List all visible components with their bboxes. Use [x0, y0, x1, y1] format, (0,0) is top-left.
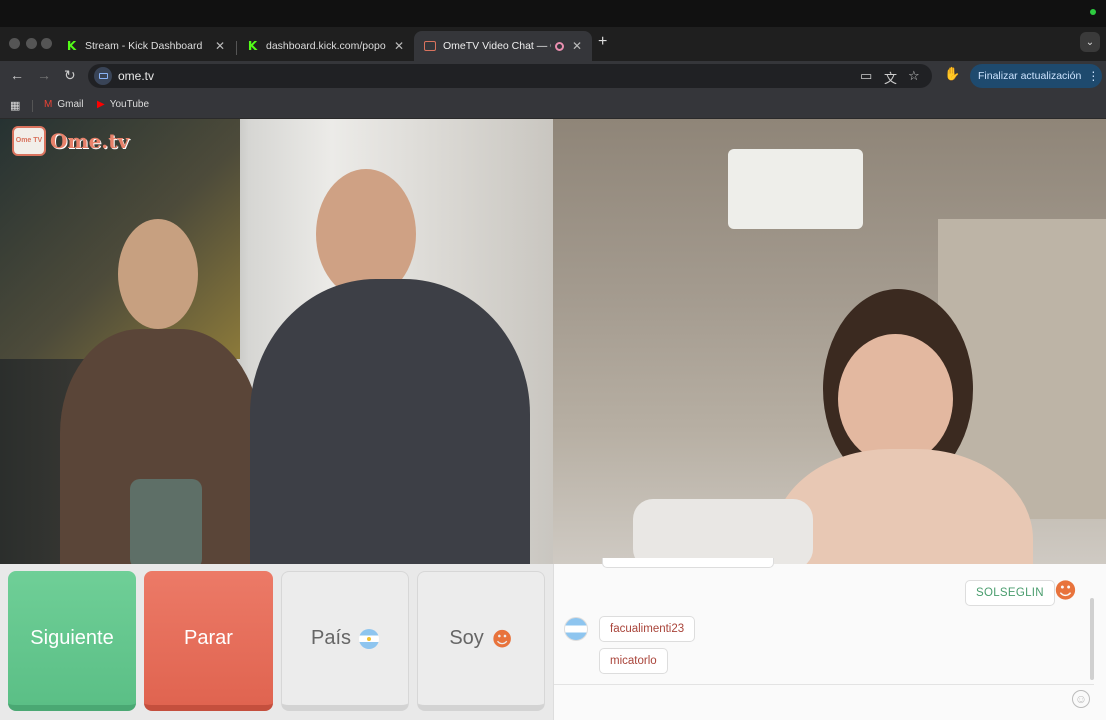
translate-icon[interactable]: 文 [884, 68, 897, 87]
window-titlebar [0, 0, 1106, 27]
chat-panel: SOLSEGLIN ☻ facualimenti23 micatorlo ☺ [553, 558, 1106, 720]
cast-icon[interactable]: ▭ [860, 68, 872, 84]
mate-cup [130, 479, 202, 564]
tab-kick-dashboard[interactable]: K Stream - Kick Dashboard ✕ [55, 31, 235, 61]
bookmarks-divider [32, 100, 33, 112]
new-tab-button[interactable]: + [598, 33, 607, 51]
tab-kick-popout[interactable]: K dashboard.kick.com/popout/... ✕ [236, 31, 414, 61]
stop-button-label: Parar [184, 626, 233, 649]
argentina-flag-avatar-icon [564, 617, 588, 641]
bookmarks-bar: ▦ M Gmail ▶ YouTube [0, 91, 1106, 119]
country-button[interactable]: País [281, 571, 409, 711]
bookmark-youtube[interactable]: ▶ YouTube [97, 99, 149, 110]
url-text: ome.tv [118, 69, 155, 83]
tab-title: OmeTV Video Chat — Ome [443, 40, 551, 52]
back-arrow-icon[interactable]: ← [10, 67, 24, 83]
chat-message-stranger: micatorlo [599, 648, 668, 674]
next-button-label: Siguiente [30, 626, 114, 649]
person-face [838, 334, 953, 464]
close-icon[interactable]: ✕ [215, 39, 225, 53]
window-maximize-control[interactable] [41, 38, 52, 49]
finish-update-button[interactable]: Finalizar actualización ⋮ [970, 64, 1102, 88]
forward-arrow-icon[interactable]: → [37, 67, 51, 83]
bookmark-gmail[interactable]: M Gmail [44, 99, 83, 110]
reload-icon[interactable]: ↻ [64, 67, 76, 84]
extensions-icon[interactable]: ✋ [944, 66, 960, 82]
browser-toolbar: ← → ↻ ome.tv ▭ 文 ☆ [0, 61, 1106, 91]
bookmark-label: Gmail [57, 99, 84, 110]
message-text: facualimenti23 [610, 623, 685, 635]
logo-wordmark: Ome.tv [50, 129, 130, 153]
logo-badge: Ome TV [12, 126, 46, 156]
emoji-picker-icon[interactable]: ☺ [1072, 690, 1090, 708]
own-avatar-icon: ☻ [1054, 579, 1077, 604]
window-minimize-control[interactable] [26, 38, 37, 49]
chat-input[interactable] [554, 685, 1074, 715]
bookmark-label: YouTube [109, 99, 149, 110]
youtube-icon: ▶ [97, 99, 105, 110]
camera-indicator [1090, 9, 1096, 15]
chat-bubble-partial [602, 558, 774, 568]
update-button-label: Finalizar actualización [978, 70, 1082, 82]
tab-search-button[interactable]: ⌄ [1080, 32, 1100, 52]
message-text: micatorlo [610, 655, 657, 667]
local-video: Ome TV Ome.tv [0, 119, 553, 564]
gender-button[interactable]: Soy ☻ [417, 571, 545, 711]
bookmark-star-icon[interactable]: ☆ [908, 68, 920, 84]
tab-title: Stream - Kick Dashboard [85, 40, 203, 52]
close-icon[interactable]: ✕ [394, 39, 404, 53]
gender-button-label: Soy [449, 627, 484, 649]
window-close-control[interactable] [9, 38, 20, 49]
kick-icon: K [247, 39, 258, 53]
ometv-icon [424, 41, 436, 51]
more-vert-icon: ⋮ [1087, 69, 1100, 83]
country-button-label: País [310, 627, 352, 649]
woman-emoji-icon: ☻ [491, 626, 513, 651]
stop-button[interactable]: Parar [144, 571, 273, 711]
gmail-icon: M [44, 99, 53, 110]
tab-title: dashboard.kick.com/popout/... [266, 40, 386, 52]
address-bar[interactable]: ome.tv ▭ 文 ☆ [88, 64, 932, 88]
stranger-video [553, 119, 1106, 564]
next-button[interactable]: Siguiente [8, 571, 136, 711]
person-body [250, 279, 530, 564]
argentina-flag-icon [359, 628, 380, 649]
close-icon[interactable]: ✕ [572, 39, 582, 53]
recording-icon [554, 41, 564, 51]
person-face [118, 219, 198, 329]
apps-grid-icon[interactable]: ▦ [10, 99, 20, 112]
tab-ometv[interactable]: OmeTV Video Chat — Ome ✕ [414, 31, 592, 61]
ometv-page: Ome TV Ome.tv Siguiente Parar País Soy ☻… [0, 119, 1106, 720]
kick-icon: K [66, 39, 77, 53]
chat-scrollbar[interactable] [1090, 598, 1094, 680]
ometv-logo: Ome TV Ome.tv [12, 126, 129, 156]
site-info-icon[interactable] [94, 67, 112, 85]
chat-message-stranger: facualimenti23 [599, 616, 696, 642]
tab-strip: K Stream - Kick Dashboard ✕ K dashboard.… [0, 27, 1106, 61]
message-text: SOLSEGLIN [976, 587, 1044, 599]
pillow [633, 499, 813, 564]
chat-message-own: SOLSEGLIN [965, 580, 1055, 606]
air-conditioner [728, 149, 863, 229]
